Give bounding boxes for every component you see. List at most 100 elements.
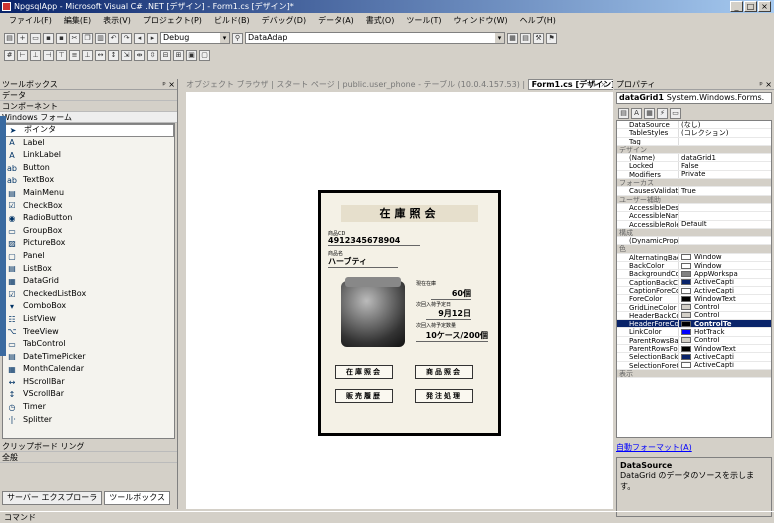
property-value[interactable]: False: [679, 162, 771, 169]
toolbox-pin-close[interactable]: ᵖ ×: [162, 79, 175, 90]
property-value[interactable]: ActiveCapti: [679, 279, 771, 286]
toolbox-item[interactable]: ·|· Splitter: [3, 414, 174, 427]
same-width-icon[interactable]: ↔: [95, 49, 106, 61]
next-date-field[interactable]: 9月12日: [426, 308, 471, 320]
bring-front-icon[interactable]: ▣: [186, 49, 197, 61]
property-row[interactable]: AccessibleName: [617, 212, 771, 221]
property-value[interactable]: [679, 237, 771, 244]
config-select[interactable]: Debug: [160, 32, 230, 44]
paste-icon[interactable]: ▥: [95, 32, 106, 44]
property-value[interactable]: WindowText: [679, 295, 771, 303]
tab-toolbox[interactable]: ツールボックス: [104, 491, 170, 505]
center-h-icon[interactable]: ⊟: [160, 49, 171, 61]
property-value[interactable]: Private: [679, 171, 771, 178]
hspace-icon[interactable]: ⇹: [134, 49, 145, 61]
sales-history-button[interactable]: 販売履歴: [335, 389, 393, 403]
menu-item[interactable]: デバッグ(D): [257, 14, 311, 28]
properties-view-icon[interactable]: ▦: [644, 107, 655, 119]
property-value[interactable]: ActiveCapti: [679, 353, 771, 361]
same-height-icon[interactable]: ↕: [108, 49, 119, 61]
solution-explorer-icon[interactable]: ▦: [507, 32, 518, 44]
code-field[interactable]: 4912345678904: [328, 236, 420, 246]
property-value[interactable]: ActiveCapti: [679, 362, 771, 369]
order-process-button[interactable]: 発注処理: [415, 389, 473, 403]
toolbox-item[interactable]: ▤ ListBox: [3, 263, 174, 276]
property-row[interactable]: Locked False: [617, 162, 771, 171]
menu-item[interactable]: 書式(O): [361, 14, 400, 28]
property-value[interactable]: (なし): [679, 121, 771, 128]
toolbox-item[interactable]: ↔ HScrollBar: [3, 376, 174, 389]
menu-item[interactable]: ファイル(F): [4, 14, 57, 28]
property-value[interactable]: AppWorkspa: [679, 270, 771, 278]
align-top-icon[interactable]: ⊤: [56, 49, 67, 61]
menu-item[interactable]: ウィンドウ(W): [448, 14, 512, 28]
property-row[interactable]: SelectionForeCo ActiveCapti: [617, 361, 771, 370]
align-bottom-icon[interactable]: ⊥: [82, 49, 93, 61]
next-qty-field[interactable]: 10ケース/200個: [416, 330, 488, 342]
property-category[interactable]: 構成: [617, 228, 771, 238]
menu-item[interactable]: ビルド(B): [209, 14, 255, 28]
object-selector[interactable]: dataGrid1 System.Windows.Forms.: [616, 92, 772, 104]
add-item-icon[interactable]: +: [17, 32, 28, 44]
toolbox-cat-general[interactable]: 全般: [0, 452, 177, 463]
toolbox-item[interactable]: ▭ GroupBox: [3, 225, 174, 238]
property-row[interactable]: CausesValidatio True: [617, 187, 771, 196]
close-button[interactable]: ×: [758, 1, 771, 12]
property-value[interactable]: Control: [679, 304, 771, 311]
menu-item[interactable]: 編集(E): [59, 14, 96, 28]
property-value[interactable]: True: [679, 187, 771, 194]
property-value[interactable]: Window: [679, 262, 771, 269]
property-row[interactable]: HeaderBackColc Control: [617, 311, 771, 321]
property-row[interactable]: AccessibleRole Default: [617, 220, 771, 229]
property-row[interactable]: (Name) dataGrid1: [617, 154, 771, 163]
properties-pin-close[interactable]: ᵖ ×: [759, 79, 772, 90]
property-row[interactable]: LinkColor HotTrack: [617, 328, 771, 337]
property-row[interactable]: BackgroundColo AppWorkspa: [617, 270, 771, 279]
property-value[interactable]: Window: [679, 254, 771, 261]
align-left-icon[interactable]: ⊢: [17, 49, 28, 61]
property-category[interactable]: フォーカス: [617, 179, 771, 188]
menu-item[interactable]: プロジェクト(P): [138, 14, 207, 28]
align-middle-icon[interactable]: ≡: [69, 49, 80, 61]
cut-icon[interactable]: ✂: [69, 32, 80, 44]
property-row[interactable]: TableStyles (コレクション): [617, 129, 771, 138]
property-value[interactable]: ActiveCapti: [679, 287, 771, 294]
property-value[interactable]: [679, 138, 771, 145]
alphabetical-icon[interactable]: A: [631, 107, 642, 119]
property-row[interactable]: Tag: [617, 137, 771, 146]
property-row[interactable]: SelectionBackC ActiveCapti: [617, 353, 771, 362]
navigate-back-icon[interactable]: ◂: [134, 32, 145, 44]
project-select[interactable]: DataAdap: [245, 32, 505, 44]
product-inquiry-button[interactable]: 商品照会: [415, 365, 473, 379]
toolbox-item[interactable]: A Label: [3, 137, 174, 150]
property-value[interactable]: [679, 212, 771, 219]
property-category[interactable]: 表示: [617, 369, 771, 379]
property-value[interactable]: Control: [679, 312, 771, 319]
property-value[interactable]: dataGrid1: [679, 154, 771, 161]
undo-icon[interactable]: ↶: [108, 32, 119, 44]
toolbox-cat-clipboard[interactable]: クリップボード リング: [0, 441, 177, 452]
save-icon[interactable]: ▪: [43, 32, 54, 44]
properties-icon[interactable]: ▤: [520, 32, 531, 44]
property-row[interactable]: HeaderForeColo ControlTe: [617, 320, 771, 329]
maximize-button[interactable]: □: [744, 1, 757, 12]
property-row[interactable]: GridLineColor Control: [617, 303, 771, 312]
property-row[interactable]: DataSource (なし): [617, 121, 771, 130]
toolbox-item[interactable]: ▦ MonthCalendar: [3, 363, 174, 376]
product-name-field[interactable]: ハーブティ: [328, 256, 398, 268]
toolbox-item[interactable]: ↕ VScrollBar: [3, 388, 174, 401]
property-category[interactable]: デザイン: [617, 145, 771, 155]
start-icon[interactable]: ▸: [147, 32, 158, 44]
property-row[interactable]: ForeColor WindowText: [617, 295, 771, 304]
property-pages-icon[interactable]: ▭: [670, 107, 681, 119]
property-row[interactable]: Modifiers Private: [617, 170, 771, 180]
same-size-icon[interactable]: ⇲: [121, 49, 132, 61]
minimize-button[interactable]: _: [730, 1, 743, 12]
property-value[interactable]: ControlTe: [679, 320, 771, 327]
toolbox-item[interactable]: ▨ PictureBox: [3, 237, 174, 250]
property-row[interactable]: (DynamicProper: [617, 237, 771, 246]
align-right-icon[interactable]: ⊣: [43, 49, 54, 61]
toolbox-item[interactable]: ◉ RadioButton: [3, 212, 174, 225]
align-grid-icon[interactable]: #: [4, 49, 15, 61]
menu-item[interactable]: ヘルプ(H): [515, 14, 561, 28]
